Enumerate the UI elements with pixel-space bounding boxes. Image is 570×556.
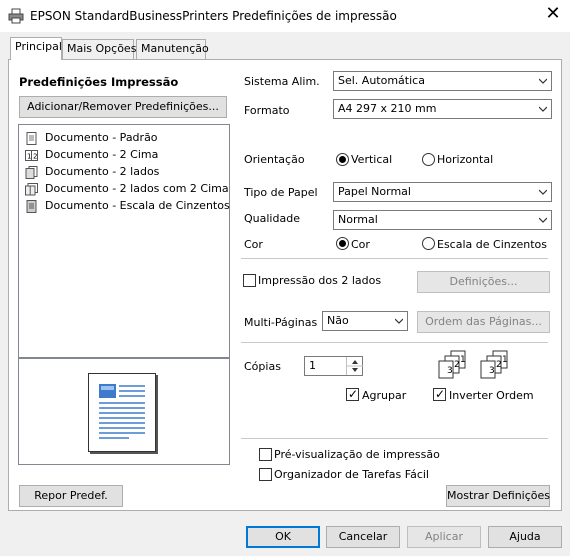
color-radio[interactable]	[336, 237, 349, 250]
divider	[241, 258, 548, 259]
stepper-arrows-icon	[347, 360, 363, 372]
quality-label: Qualidade	[244, 212, 300, 225]
svg-text:2: 2	[33, 153, 37, 161]
job-arranger-checkbox[interactable]	[259, 468, 272, 481]
paper-source-select[interactable]: Sel. Automática	[333, 71, 552, 91]
reverse-digit-1: 1	[502, 355, 508, 365]
chevron-down-icon	[539, 106, 547, 112]
print-preview-label: Pré-visualização de impressão	[274, 448, 440, 461]
collate-digit-2: 2	[454, 360, 460, 370]
tab-mais-opcoes[interactable]: Mais Opções	[62, 39, 136, 59]
presets-list[interactable]: Documento - Padrão 12 Documento - 2 Cima…	[18, 124, 230, 358]
paper-source-label: Sistema Alim.	[244, 75, 320, 88]
show-settings-button[interactable]: Mostrar Definições	[446, 485, 550, 507]
list-item-label: Documento - Escala de Cinzentos	[45, 199, 230, 212]
duplex-label: Impressão dos 2 lados	[258, 274, 382, 287]
reverse-order-checkbox[interactable]	[433, 386, 446, 402]
quality-value: Normal	[338, 213, 378, 226]
collate-pages-icon: 1 2 3	[438, 350, 466, 379]
help-button[interactable]: Ajuda	[488, 526, 562, 548]
window-title: EPSON StandardBusinessPrinters Predefini…	[30, 9, 397, 23]
tab-principal[interactable]: Principal	[10, 37, 62, 60]
list-item-label: Documento - 2 lados	[45, 165, 160, 178]
job-arranger-label: Organizador de Tarefas Fácil	[274, 468, 429, 481]
list-item-label: Documento - 2 lados com 2 Cima	[45, 182, 229, 195]
two-sided-two-up-icon	[25, 183, 38, 196]
page-order-button[interactable]: Ordem das Páginas...	[417, 311, 550, 333]
multipage-select[interactable]: Não	[322, 311, 408, 331]
collate-checkbox[interactable]	[346, 386, 359, 402]
apply-button[interactable]: Aplicar	[407, 526, 481, 548]
two-sided-icon	[25, 166, 38, 179]
presets-heading: Predefinições Impressão	[19, 75, 179, 89]
paper-type-value: Papel Normal	[338, 185, 411, 198]
list-item-label: Documento - 2 Cima	[45, 148, 159, 161]
list-item-label: Documento - Padrão	[45, 131, 158, 144]
paper-size-label: Formato	[244, 104, 290, 117]
reverse-order-pages-icon: 1 2 3	[480, 350, 508, 379]
collate-digit-1: 1	[460, 355, 466, 365]
orientation-portrait-radio[interactable]	[336, 153, 349, 166]
svg-text:1: 1	[27, 153, 31, 161]
multipage-label: Multi-Páginas	[244, 316, 318, 329]
paper-size-select[interactable]: A4 297 x 210 mm	[333, 99, 552, 119]
printer-icon	[8, 8, 24, 24]
print-preview-checkbox[interactable]	[259, 448, 272, 461]
divider	[241, 438, 548, 439]
reverse-order-label: Inverter Ordem	[449, 389, 534, 402]
paper-source-value: Sel. Automática	[338, 74, 425, 87]
close-icon[interactable]: ✕	[540, 3, 566, 27]
color-option-label: Cor	[351, 238, 370, 251]
divider	[241, 342, 548, 343]
reset-defaults-button[interactable]: Repor Predef.	[19, 485, 123, 507]
paper-size-value: A4 297 x 210 mm	[338, 102, 437, 115]
copies-label: Cópias	[244, 360, 281, 373]
paper-type-select[interactable]: Papel Normal	[333, 182, 552, 202]
duplex-checkbox[interactable]	[243, 274, 256, 287]
chevron-down-icon	[539, 78, 547, 84]
add-remove-presets-button[interactable]: Adicionar/Remover Predefinições...	[19, 96, 227, 118]
orientation-landscape-radio[interactable]	[422, 153, 435, 166]
collate-digit-3: 3	[447, 366, 453, 376]
color-label: Cor	[244, 238, 263, 251]
grayscale-document-icon	[26, 200, 37, 213]
multipage-value: Não	[327, 314, 349, 327]
copies-stepper[interactable]	[346, 357, 363, 375]
cancel-button[interactable]: Cancelar	[326, 526, 400, 548]
duplex-settings-button[interactable]: Definições...	[417, 271, 550, 293]
reverse-digit-2: 2	[496, 360, 502, 370]
orientation-landscape-label: Horizontal	[437, 153, 494, 166]
copies-value: 1	[309, 359, 316, 372]
orientation-label: Orientação	[244, 153, 305, 166]
quality-select[interactable]: Normal	[333, 210, 552, 230]
chevron-down-icon	[395, 318, 403, 324]
reverse-digit-3: 3	[489, 366, 495, 376]
chevron-down-icon	[539, 217, 547, 223]
tab-manutencao[interactable]: Manutenção	[136, 39, 209, 59]
document-icon	[26, 132, 37, 145]
page-preview-icon	[88, 373, 156, 452]
grayscale-option-label: Escala de Cinzentos	[437, 238, 548, 251]
chevron-down-icon	[539, 189, 547, 195]
ok-button[interactable]: OK	[246, 526, 320, 548]
grayscale-radio[interactable]	[422, 237, 435, 250]
page-preview-graphic	[99, 384, 145, 439]
collate-label: Agrupar	[362, 389, 407, 402]
paper-type-label: Tipo de Papel	[244, 186, 318, 199]
orientation-portrait-label: Vertical	[351, 153, 393, 166]
two-up-icon: 12	[25, 150, 38, 161]
